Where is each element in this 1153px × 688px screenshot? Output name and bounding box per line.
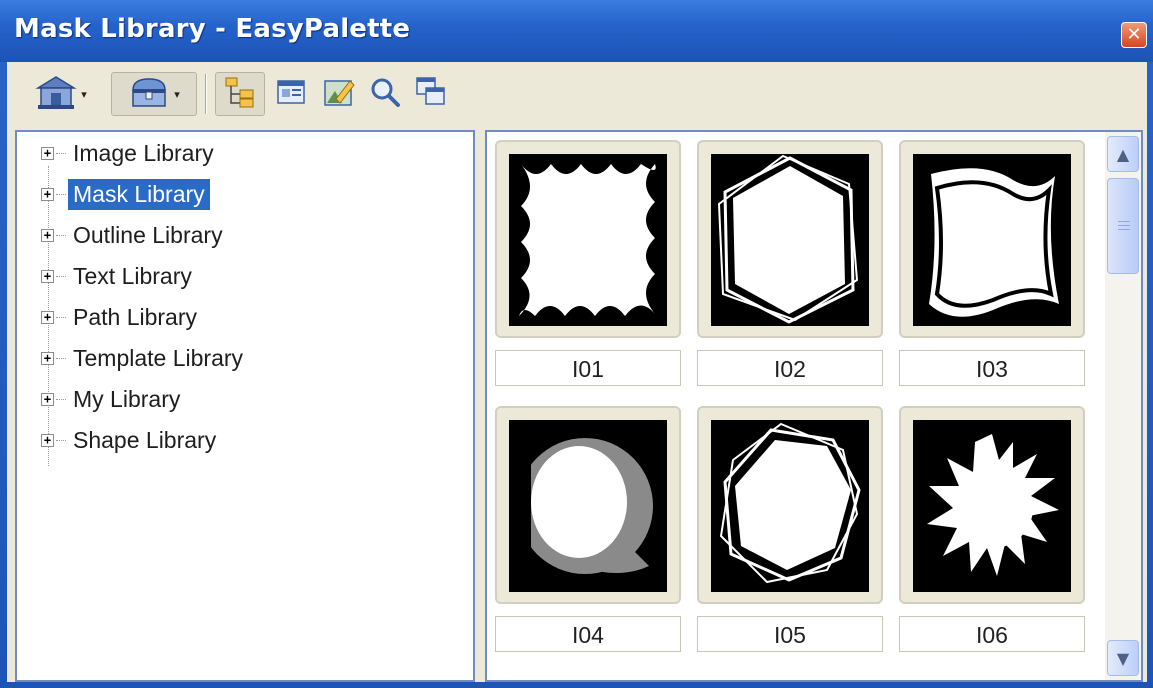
- chest-library-button[interactable]: ▾: [111, 72, 197, 116]
- expand-plus-icon[interactable]: +: [41, 269, 54, 283]
- tree-item[interactable]: + Path Library: [41, 300, 202, 334]
- grip-line: [1118, 229, 1130, 230]
- grip-line: [1118, 225, 1130, 226]
- edit-image-icon: [322, 75, 356, 113]
- pane-splitter[interactable]: [475, 130, 485, 682]
- thumbnail-caption[interactable]: I02: [697, 350, 883, 386]
- mask-thumbnail-grid[interactable]: I01 I02 I03 I04 I05 I06 ▲ ▼: [485, 130, 1143, 682]
- thumbnail-caption[interactable]: I03: [899, 350, 1085, 386]
- details-view-icon: [275, 76, 307, 112]
- tree-item[interactable]: + My Library: [41, 382, 185, 416]
- toolbar-separator: [205, 74, 207, 114]
- dropdown-arrow-icon: ▾: [81, 87, 87, 101]
- splash-mask-image: [913, 420, 1071, 592]
- thumbnail-caption[interactable]: I04: [495, 616, 681, 652]
- tree-item-label[interactable]: My Library: [68, 384, 185, 415]
- scroll-down-button[interactable]: ▼: [1107, 640, 1139, 676]
- details-view-button[interactable]: [269, 72, 313, 116]
- window-client-area: ▾ ▾ + Image Library + Mask Library + Out…: [7, 62, 1147, 682]
- copy-button[interactable]: [409, 72, 453, 116]
- tree-view-button[interactable]: [215, 72, 265, 116]
- library-home-icon: [35, 74, 77, 114]
- content-panes: + Image Library + Mask Library + Outline Libr…: [15, 130, 1143, 682]
- title-bar[interactable]: Mask Library - EasyPalette ✕: [0, 0, 1153, 62]
- window-title: Mask Library - EasyPalette: [14, 14, 411, 44]
- tree-connector: [56, 439, 66, 441]
- library-home-button[interactable]: ▾: [17, 72, 105, 116]
- thumbnail-frame[interactable]: [495, 140, 681, 338]
- tree-item[interactable]: + Shape Library: [41, 423, 221, 457]
- library-tree[interactable]: + Image Library + Mask Library + Outline Libr…: [15, 130, 475, 682]
- expand-plus-icon[interactable]: +: [41, 310, 54, 324]
- tree-item[interactable]: + Text Library: [41, 259, 197, 293]
- thumbnail-caption[interactable]: I06: [899, 616, 1085, 652]
- scrollbar-thumb[interactable]: [1107, 178, 1139, 274]
- grip-line: [1118, 221, 1130, 222]
- thumbnail-frame[interactable]: [697, 406, 883, 604]
- copy-windows-icon: [414, 75, 448, 113]
- tree-item-label[interactable]: Text Library: [68, 261, 197, 292]
- thumbnail-frame[interactable]: [495, 406, 681, 604]
- chevron-up-icon: ▲: [1116, 144, 1130, 164]
- tree-connector: [56, 234, 66, 236]
- tree-connector: [56, 398, 66, 400]
- zoom-button[interactable]: [363, 72, 407, 116]
- scroll-up-button[interactable]: ▲: [1107, 136, 1139, 172]
- thumbnail-caption[interactable]: I05: [697, 616, 883, 652]
- edit-image-button[interactable]: [317, 72, 361, 116]
- magnifier-icon: [368, 75, 402, 113]
- tree-connector: [56, 152, 66, 154]
- thumbnail-caption[interactable]: I01: [495, 350, 681, 386]
- heptagon-frame-mask-image: [711, 420, 869, 592]
- chevron-down-icon: ▼: [1116, 648, 1130, 668]
- wavy-square-mask-image: [913, 154, 1071, 326]
- tree-item-label[interactable]: Path Library: [68, 302, 202, 333]
- tree-connector: [56, 316, 66, 318]
- tree-item[interactable]: + Template Library: [41, 341, 248, 375]
- expand-plus-icon[interactable]: +: [41, 146, 54, 160]
- vertical-scrollbar[interactable]: ▲ ▼: [1105, 132, 1141, 680]
- hexagon-frame-mask-image: [711, 154, 869, 326]
- tree-item[interactable]: + Image Library: [41, 136, 219, 170]
- tree-item-label[interactable]: Outline Library: [68, 220, 228, 251]
- scalloped-square-mask-image: [509, 154, 667, 326]
- tree-item-label[interactable]: Image Library: [68, 138, 219, 169]
- tree-item[interactable]: + Outline Library: [41, 218, 228, 252]
- thumbnail-frame[interactable]: [899, 140, 1085, 338]
- tree-view-icon: [223, 75, 257, 113]
- toolbar: ▾ ▾: [7, 62, 1147, 126]
- expand-plus-icon[interactable]: +: [41, 433, 54, 447]
- brush-circle-mask-image: [509, 420, 667, 592]
- expand-plus-icon[interactable]: +: [41, 187, 54, 201]
- tree-connector: [56, 275, 66, 277]
- expand-plus-icon[interactable]: +: [41, 351, 54, 365]
- tree-connector: [56, 193, 66, 195]
- tree-connector: [56, 357, 66, 359]
- chest-icon: [128, 74, 170, 114]
- tree-item-label[interactable]: Mask Library: [68, 178, 210, 210]
- tree-item-label[interactable]: Template Library: [68, 343, 248, 374]
- thumbnail-frame[interactable]: [697, 140, 883, 338]
- close-button[interactable]: ✕: [1121, 22, 1147, 48]
- mask-library-window: Mask Library - EasyPalette ✕ ▾ ▾ + Image…: [0, 0, 1153, 688]
- thumbnail-frame[interactable]: [899, 406, 1085, 604]
- expand-plus-icon[interactable]: +: [41, 392, 54, 406]
- tree-item-label[interactable]: Shape Library: [68, 425, 221, 456]
- dropdown-arrow-icon: ▾: [174, 87, 180, 101]
- tree-item[interactable]: + Mask Library: [41, 177, 210, 211]
- expand-plus-icon[interactable]: +: [41, 228, 54, 242]
